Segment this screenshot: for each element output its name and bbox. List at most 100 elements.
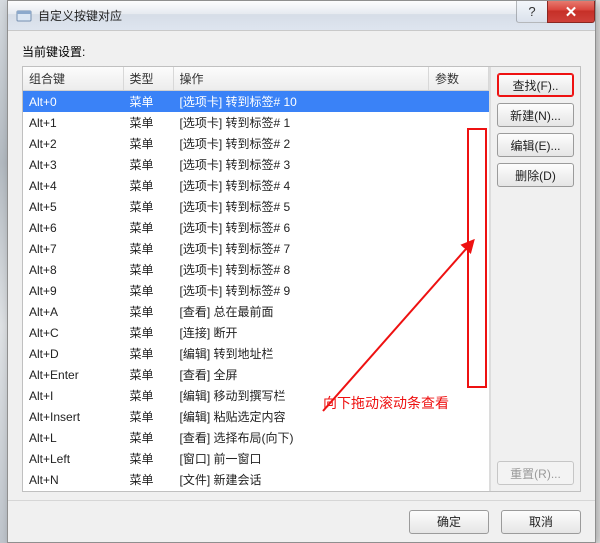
table-row[interactable]: Alt+L菜单[查看] 选择布局(向下) <box>23 427 489 448</box>
table-row[interactable]: Alt+I菜单[编辑] 移动到撰写栏 <box>23 385 489 406</box>
cell-combo: Alt+O <box>23 490 123 491</box>
cell-combo: Alt+5 <box>23 196 123 217</box>
table-row[interactable]: Alt+N菜单[文件] 新建会话 <box>23 469 489 490</box>
cell-type: 菜单 <box>123 217 173 238</box>
table-row[interactable]: Alt+Enter菜单[查看] 全屏 <box>23 364 489 385</box>
table-row[interactable]: Alt+0菜单[选项卡] 转到标签# 10 <box>23 91 489 113</box>
table-row[interactable]: Alt+1菜单[选项卡] 转到标签# 1 <box>23 112 489 133</box>
table-row[interactable]: Alt+Left菜单[窗口] 前一窗口 <box>23 448 489 469</box>
cell-combo: Alt+L <box>23 427 123 448</box>
cancel-button[interactable]: 取消 <box>501 510 581 534</box>
cell-param <box>429 427 489 448</box>
cell-type: 菜单 <box>123 385 173 406</box>
cell-type: 菜单 <box>123 196 173 217</box>
col-param[interactable]: 参数 <box>429 67 489 91</box>
cell-action: [选项卡] 转到标签# 5 <box>173 196 429 217</box>
cell-combo: Alt+Insert <box>23 406 123 427</box>
cell-param <box>429 196 489 217</box>
cell-action: [编辑] 粘贴选定内容 <box>173 406 429 427</box>
keymap-list[interactable]: 组合键 类型 操作 参数 Alt+0菜单[选项卡] 转到标签# 10Alt+1菜… <box>23 67 490 491</box>
cell-combo: Alt+0 <box>23 91 123 113</box>
cell-action: [选项卡] 转到标签# 4 <box>173 175 429 196</box>
app-icon <box>16 8 32 24</box>
cell-action: [窗口] 前一窗口 <box>173 448 429 469</box>
cell-type: 菜单 <box>123 322 173 343</box>
cell-param <box>429 91 489 113</box>
table-row[interactable]: Alt+O菜单[文件] 打开会话 <box>23 490 489 491</box>
window-title: 自定义按键对应 <box>38 7 122 24</box>
cell-type: 菜单 <box>123 469 173 490</box>
edit-button[interactable]: 编辑(E)... <box>497 133 574 157</box>
cell-action: [选项卡] 转到标签# 1 <box>173 112 429 133</box>
cell-combo: Alt+7 <box>23 238 123 259</box>
cell-type: 菜单 <box>123 175 173 196</box>
section-label: 当前键设置: <box>22 43 581 60</box>
cell-param <box>429 406 489 427</box>
table-row[interactable]: Alt+7菜单[选项卡] 转到标签# 7 <box>23 238 489 259</box>
titlebar[interactable]: 自定义按键对应 ? ✕ <box>8 1 595 31</box>
cell-combo: Alt+D <box>23 343 123 364</box>
cell-action: [文件] 打开会话 <box>173 490 429 491</box>
cell-type: 菜单 <box>123 133 173 154</box>
cell-action: [文件] 新建会话 <box>173 469 429 490</box>
cell-type: 菜单 <box>123 112 173 133</box>
cell-param <box>429 385 489 406</box>
col-type[interactable]: 类型 <box>123 67 173 91</box>
cell-action: [编辑] 移动到撰写栏 <box>173 385 429 406</box>
cell-param <box>429 133 489 154</box>
cell-combo: Alt+2 <box>23 133 123 154</box>
cell-action: [查看] 总在最前面 <box>173 301 429 322</box>
cell-type: 菜单 <box>123 364 173 385</box>
list-scroll[interactable]: 组合键 类型 操作 参数 Alt+0菜单[选项卡] 转到标签# 10Alt+1菜… <box>23 67 489 491</box>
spacer <box>497 193 574 455</box>
cell-action: [连接] 断开 <box>173 322 429 343</box>
table-row[interactable]: Alt+6菜单[选项卡] 转到标签# 6 <box>23 217 489 238</box>
dialog-content: 当前键设置: 组合键 类型 操作 参数 <box>8 31 595 500</box>
new-button[interactable]: 新建(N)... <box>497 103 574 127</box>
table-row[interactable]: Alt+5菜单[选项卡] 转到标签# 5 <box>23 196 489 217</box>
dialog-window: 自定义按键对应 ? ✕ 当前键设置: 组合键 类型 <box>7 0 596 543</box>
cell-param <box>429 217 489 238</box>
cell-type: 菜单 <box>123 91 173 113</box>
ok-button[interactable]: 确定 <box>409 510 489 534</box>
table-row[interactable]: Alt+4菜单[选项卡] 转到标签# 4 <box>23 175 489 196</box>
cell-action: [选项卡] 转到标签# 7 <box>173 238 429 259</box>
cell-type: 菜单 <box>123 301 173 322</box>
cell-param <box>429 154 489 175</box>
help-button[interactable]: ? <box>516 1 548 23</box>
table-row[interactable]: Alt+C菜单[连接] 断开 <box>23 322 489 343</box>
cell-combo: Alt+3 <box>23 154 123 175</box>
col-action[interactable]: 操作 <box>173 67 429 91</box>
cell-param <box>429 238 489 259</box>
table-row[interactable]: Alt+9菜单[选项卡] 转到标签# 9 <box>23 280 489 301</box>
col-combo[interactable]: 组合键 <box>23 67 123 91</box>
cell-param <box>429 259 489 280</box>
cell-action: [选项卡] 转到标签# 8 <box>173 259 429 280</box>
cell-combo: Alt+1 <box>23 112 123 133</box>
cell-combo: Alt+C <box>23 322 123 343</box>
cell-combo: Alt+Enter <box>23 364 123 385</box>
cell-combo: Alt+4 <box>23 175 123 196</box>
table-row[interactable]: Alt+8菜单[选项卡] 转到标签# 8 <box>23 259 489 280</box>
table-row[interactable]: Alt+A菜单[查看] 总在最前面 <box>23 301 489 322</box>
cell-type: 菜单 <box>123 406 173 427</box>
cell-type: 菜单 <box>123 259 173 280</box>
cell-action: [选项卡] 转到标签# 10 <box>173 91 429 113</box>
group-frame: 组合键 类型 操作 参数 Alt+0菜单[选项卡] 转到标签# 10Alt+1菜… <box>22 66 581 492</box>
table-row[interactable]: Alt+D菜单[编辑] 转到地址栏 <box>23 343 489 364</box>
find-button[interactable]: 查找(F).. <box>497 73 574 97</box>
table-row[interactable]: Alt+2菜单[选项卡] 转到标签# 2 <box>23 133 489 154</box>
cell-param <box>429 322 489 343</box>
table-row[interactable]: Alt+Insert菜单[编辑] 粘贴选定内容 <box>23 406 489 427</box>
cell-action: [选项卡] 转到标签# 2 <box>173 133 429 154</box>
delete-button[interactable]: 删除(D) <box>497 163 574 187</box>
reset-button: 重置(R)... <box>497 461 574 485</box>
cell-combo: Alt+8 <box>23 259 123 280</box>
table-row[interactable]: Alt+3菜单[选项卡] 转到标签# 3 <box>23 154 489 175</box>
cell-combo: Alt+I <box>23 385 123 406</box>
cell-type: 菜单 <box>123 448 173 469</box>
cell-param <box>429 112 489 133</box>
close-button[interactable]: ✕ <box>547 1 595 23</box>
cell-param <box>429 469 489 490</box>
cell-type: 菜单 <box>123 280 173 301</box>
